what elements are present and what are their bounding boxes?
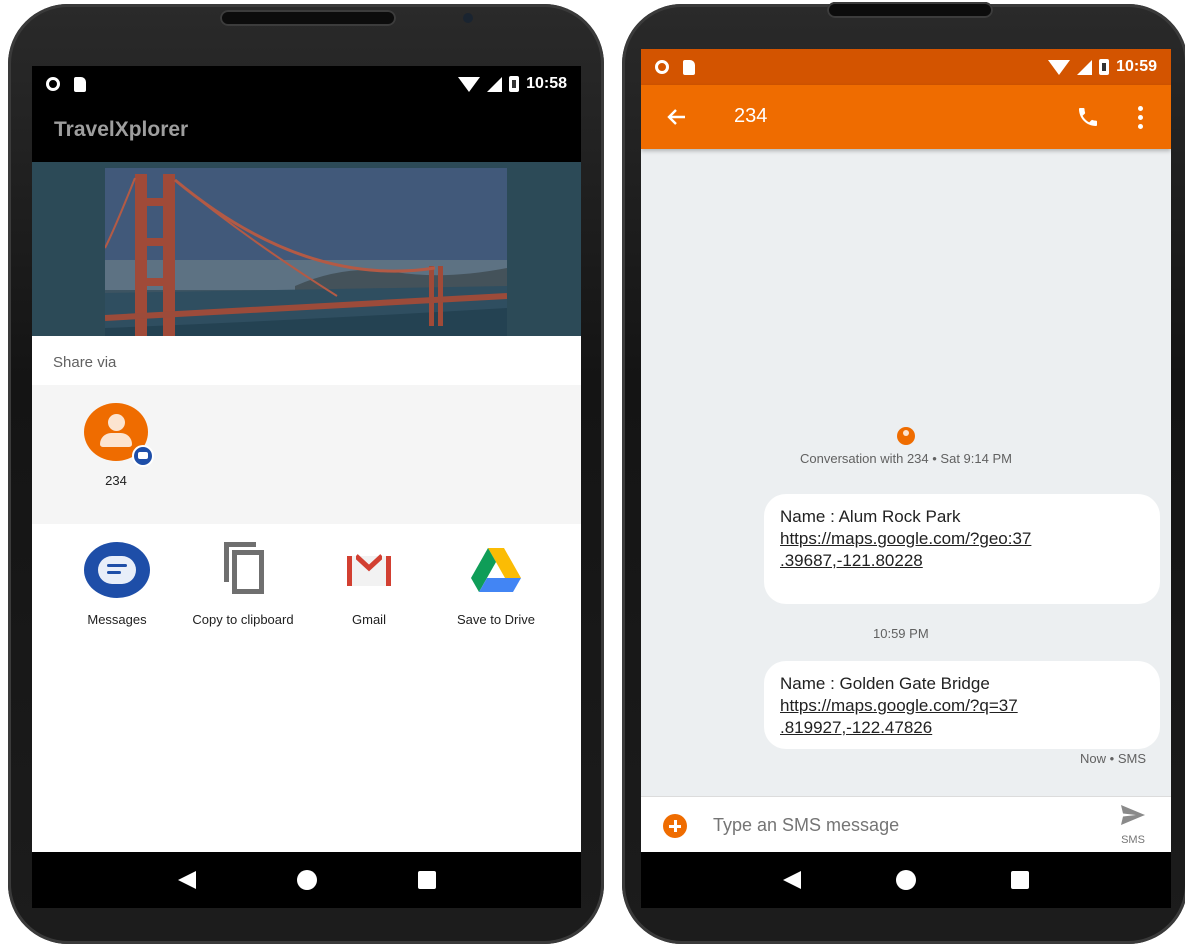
sd-card-icon	[683, 59, 695, 75]
status-bar: 10:59	[641, 49, 1171, 85]
left-phone-frame: 10:58 TravelXplorer Share via 234 Messag…	[8, 4, 604, 944]
back-arrow-icon[interactable]	[665, 105, 689, 129]
notification-dot-icon	[655, 60, 669, 74]
sd-card-icon	[74, 76, 86, 92]
message-link[interactable]: https://maps.google.com/?q=37 .819927,-1…	[780, 695, 1144, 739]
message-link[interactable]: https://maps.google.com/?geo:37 .39687,-…	[780, 528, 1144, 572]
share-app-gmail[interactable]: Gmail	[306, 542, 432, 627]
hero-image-area	[32, 162, 581, 336]
copy-icon	[210, 542, 276, 600]
contact-name: 234	[105, 473, 127, 488]
signal-icon	[1077, 59, 1093, 75]
front-camera	[463, 13, 473, 23]
share-apps-row: Messages Copy to clipboard Gmail Save to…	[32, 524, 581, 644]
gmail-icon	[336, 542, 402, 600]
nav-home-icon[interactable]	[895, 870, 916, 890]
wifi-icon	[458, 76, 481, 92]
battery-icon	[1099, 59, 1110, 75]
nav-recents-icon[interactable]	[417, 871, 436, 889]
compose-bar: SMS	[641, 796, 1171, 852]
conversation-meta: Conversation with 234 • Sat 9:14 PM	[800, 451, 1012, 466]
message-name: Name : Alum Rock Park	[780, 507, 961, 526]
conversation-toolbar: 234	[641, 85, 1171, 149]
left-screen: 10:58 TravelXplorer Share via 234 Messag…	[32, 66, 581, 852]
message-name: Name : Golden Gate Bridge	[780, 674, 990, 693]
share-app-save-to-drive[interactable]: Save to Drive	[433, 542, 559, 627]
conversation-title: 234	[734, 105, 768, 127]
share-app-label: Copy to clipboard	[192, 612, 294, 627]
share-app-label: Gmail	[352, 612, 386, 627]
status-time: 10:59	[1116, 58, 1157, 75]
right-screen: 10:59 234 Conversation with 234 • Sat 9:…	[641, 49, 1171, 852]
share-app-messages[interactable]: Messages	[54, 542, 180, 627]
share-app-label: Save to Drive	[456, 612, 536, 627]
phone-call-icon[interactable]	[1076, 105, 1100, 129]
messages-badge-icon	[132, 445, 154, 467]
speaker-grille	[220, 10, 396, 26]
messages-app-icon	[84, 542, 150, 600]
status-bar: 10:58	[32, 66, 581, 102]
golden-gate-photo	[105, 168, 507, 336]
message-bubble[interactable]: Name : Golden Gate Bridge https://maps.g…	[764, 661, 1160, 749]
message-bubble[interactable]: Name : Alum Rock Park https://maps.googl…	[764, 494, 1160, 604]
contact-avatar-small	[897, 427, 915, 445]
share-app-copy-to-clipboard[interactable]: Copy to clipboard	[180, 542, 306, 627]
send-label: SMS	[1121, 834, 1145, 846]
time-separator: 10:59 PM	[873, 626, 929, 641]
nav-recents-icon[interactable]	[1010, 871, 1029, 889]
share-sheet: Share via 234 Messages Copy to clipboard…	[32, 336, 581, 796]
contact-avatar	[84, 403, 154, 467]
nav-back-icon[interactable]	[177, 871, 196, 889]
system-nav-bar	[641, 852, 1171, 908]
send-icon	[1121, 805, 1145, 825]
share-app-label: Messages	[87, 612, 147, 627]
direct-share-contact[interactable]: 234	[82, 403, 154, 488]
signal-icon	[487, 76, 503, 92]
nav-home-icon[interactable]	[296, 870, 317, 890]
notification-dot-icon	[46, 77, 60, 91]
message-status: Now • SMS	[1080, 751, 1146, 766]
more-options-icon[interactable]	[1138, 106, 1144, 130]
direct-share-row: 234	[32, 385, 581, 524]
battery-icon	[509, 76, 520, 92]
conversation-header: Conversation with 234 • Sat 9:14 PM	[641, 427, 1171, 466]
app-title: TravelXplorer	[54, 118, 189, 141]
system-nav-bar	[32, 852, 581, 908]
wifi-icon	[1048, 59, 1071, 75]
add-attachment-icon[interactable]	[663, 814, 687, 838]
share-sheet-title: Share via	[53, 354, 117, 371]
sms-message-input[interactable]	[713, 811, 1093, 839]
google-drive-icon	[463, 542, 529, 600]
app-bar: TravelXplorer	[32, 102, 581, 162]
nav-back-icon[interactable]	[783, 871, 802, 889]
status-time: 10:58	[526, 75, 567, 92]
speaker-grille	[827, 2, 993, 18]
send-sms-button[interactable]: SMS	[1111, 803, 1155, 846]
right-phone-frame: 10:59 234 Conversation with 234 • Sat 9:…	[622, 2, 1185, 944]
